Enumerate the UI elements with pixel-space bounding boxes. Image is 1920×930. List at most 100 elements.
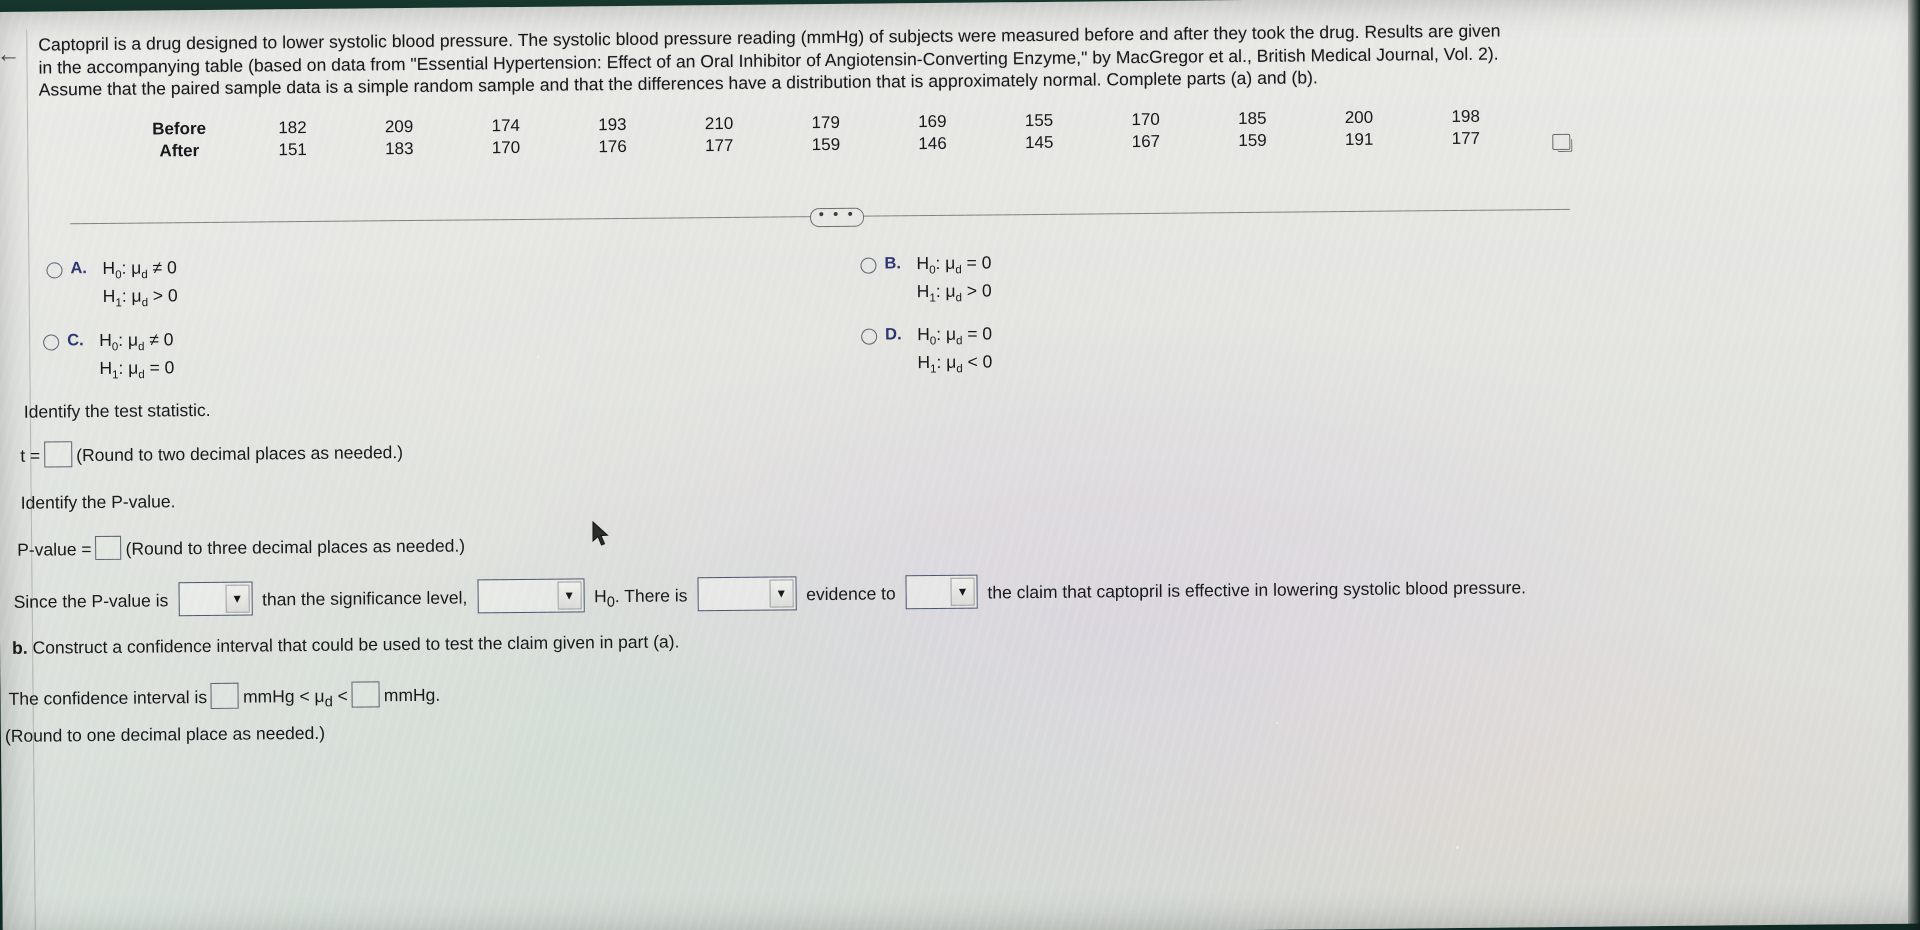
table-cell: 191: [1344, 129, 1374, 150]
ci-mid-2: <: [337, 685, 348, 706]
conclusion-part5: the claim that captopril is effective in…: [987, 577, 1527, 603]
ci-mid-1: mmHg < μd: [242, 685, 333, 710]
choice-b-letter: B.: [884, 254, 902, 273]
h0-symbol: H: [916, 253, 930, 274]
h1-relation: > 0: [961, 280, 992, 301]
blood-pressure-table: Before 182 209 174 193 210 179 169 155 170 185 200 1…: [119, 105, 1519, 162]
table-cell: 174: [491, 115, 521, 136]
ci-prefix: The confidence interval is: [8, 686, 208, 709]
confidence-interval-row: The confidence interval is mmHg < μd < mmH…: [8, 681, 440, 714]
part-b-prompt: b. Construct a confidence interval that …: [12, 631, 679, 658]
back-arrow-icon[interactable]: ←: [0, 41, 22, 68]
table-cell: 170: [491, 137, 521, 158]
table-cell: 198: [1451, 106, 1480, 127]
h0-rest: : μ: [121, 257, 142, 278]
chevron-down-icon: ▼: [557, 581, 582, 610]
hypothesis-choices: A. H0: μd ≠ 0 H1: μd > 0 B. H0: μd = 0 H…: [40, 231, 1570, 381]
table-cell: 169: [918, 111, 947, 132]
dust-speck: [537, 356, 539, 358]
more-options-button[interactable]: • • •: [809, 206, 865, 228]
chevron-down-icon: ▼: [769, 579, 794, 608]
choice-b-h1: H1: μd > 0: [917, 280, 992, 304]
table-cell: 170: [1131, 109, 1160, 130]
ci-lower-input[interactable]: [210, 682, 240, 709]
sidebar-divider: [26, 29, 36, 930]
conclusion-part1: Since the P-value is: [13, 590, 169, 612]
h1-rest: : μ: [118, 357, 139, 378]
screen-right-edge: [1908, 0, 1920, 930]
h1-rest: : μ: [936, 351, 957, 372]
dropdown-support[interactable]: ▼: [905, 574, 978, 610]
h1-symbol: H: [102, 285, 116, 306]
ci-mid-1-text: mmHg < μ: [242, 685, 325, 707]
h0-relation: ≠ 0: [147, 257, 177, 278]
screen-photo: part (a) and (b). ← Captopril is a drug …: [0, 0, 1920, 930]
h1-rest: : μ: [121, 285, 142, 306]
radio-c[interactable]: [43, 334, 60, 351]
h0-relation: ≠ 0: [144, 329, 174, 350]
radio-b[interactable]: [860, 257, 877, 274]
p-value-prompt: Identify the P-value.: [20, 491, 176, 513]
conclusion-row: Since the P-value is ▼ than the signific…: [13, 569, 1526, 618]
h1-symbol: H: [917, 352, 931, 373]
p-value-row: P-value = (Round to three decimal places …: [17, 533, 465, 561]
h1-relation: = 0: [144, 357, 175, 378]
conclusion-h0: H0: [593, 586, 615, 610]
dropdown-comparison[interactable]: ▼: [178, 581, 253, 617]
test-statistic-prompt: Identify the test statistic.: [23, 399, 211, 422]
dropdown-reject[interactable]: ▼: [477, 578, 585, 614]
t-hint: (Round to two decimal places as needed.): [76, 442, 404, 466]
dust-speck: [1276, 722, 1278, 724]
table-cell: 182: [278, 118, 307, 138]
t-value-input[interactable]: [44, 441, 73, 468]
table-cell: 210: [704, 113, 734, 134]
table-cell: 155: [1024, 110, 1054, 131]
part-b-label: b.: [12, 637, 28, 658]
table-cell: 145: [1024, 132, 1054, 153]
choice-b-h0: H0: μd = 0: [916, 252, 991, 276]
table-cell: 167: [1131, 131, 1161, 152]
p-value-label: P-value =: [17, 539, 92, 560]
part-b-text: Construct a confidence interval that cou…: [32, 631, 680, 658]
h1-symbol: H: [916, 281, 930, 302]
table-row-label: After: [159, 141, 200, 161]
h0-symbol: H: [102, 257, 116, 278]
conclusion-part4: evidence to: [806, 583, 896, 605]
t-label: t =: [20, 445, 41, 466]
table-cell: 193: [598, 114, 627, 135]
h1-rest: : μ: [935, 280, 956, 301]
conclusion-part3: . There is: [614, 585, 688, 607]
dropdown-sufficiency[interactable]: ▼: [697, 576, 797, 612]
ci-suffix: mmHg.: [383, 684, 441, 706]
radio-a[interactable]: [46, 262, 63, 279]
table-cell: 151: [278, 140, 307, 160]
conclusion-part2: than the significance level,: [261, 587, 468, 610]
p-value-hint: (Round to three decimal places as needed…: [125, 535, 466, 559]
table-cell: 159: [811, 134, 841, 155]
table-cell: 209: [384, 116, 414, 137]
copy-icon[interactable]: [1552, 133, 1571, 151]
dust-speck: [1456, 846, 1459, 849]
radio-d[interactable]: [861, 328, 878, 345]
table-cell: 177: [704, 135, 734, 156]
ci-upper-input[interactable]: [351, 681, 380, 708]
p-value-input[interactable]: [95, 535, 122, 561]
ci-hint: (Round to one decimal place as needed.): [4, 722, 326, 746]
choice-a-h1: H1: μd > 0: [103, 285, 178, 309]
table-cell: 177: [1451, 128, 1481, 149]
table-cell: 200: [1344, 107, 1374, 128]
h0-rest: : μ: [936, 323, 957, 344]
table-cell: 176: [598, 136, 627, 157]
table-cell: 179: [811, 112, 840, 133]
h0-symbol: H: [99, 329, 112, 351]
choice-c-h1: H1: μd = 0: [99, 357, 174, 381]
mouse-cursor-icon: [592, 521, 609, 546]
table-cell: 183: [385, 138, 414, 159]
choice-d-letter: D.: [885, 325, 902, 344]
chevron-down-icon: ▼: [225, 584, 250, 613]
section-divider: • • •: [70, 201, 1570, 231]
h-null-symbol: H: [593, 586, 607, 607]
h0-relation: = 0: [962, 323, 993, 344]
choice-c-h0: H0: μd ≠ 0: [99, 329, 174, 353]
table-row-label: Before: [152, 118, 207, 139]
